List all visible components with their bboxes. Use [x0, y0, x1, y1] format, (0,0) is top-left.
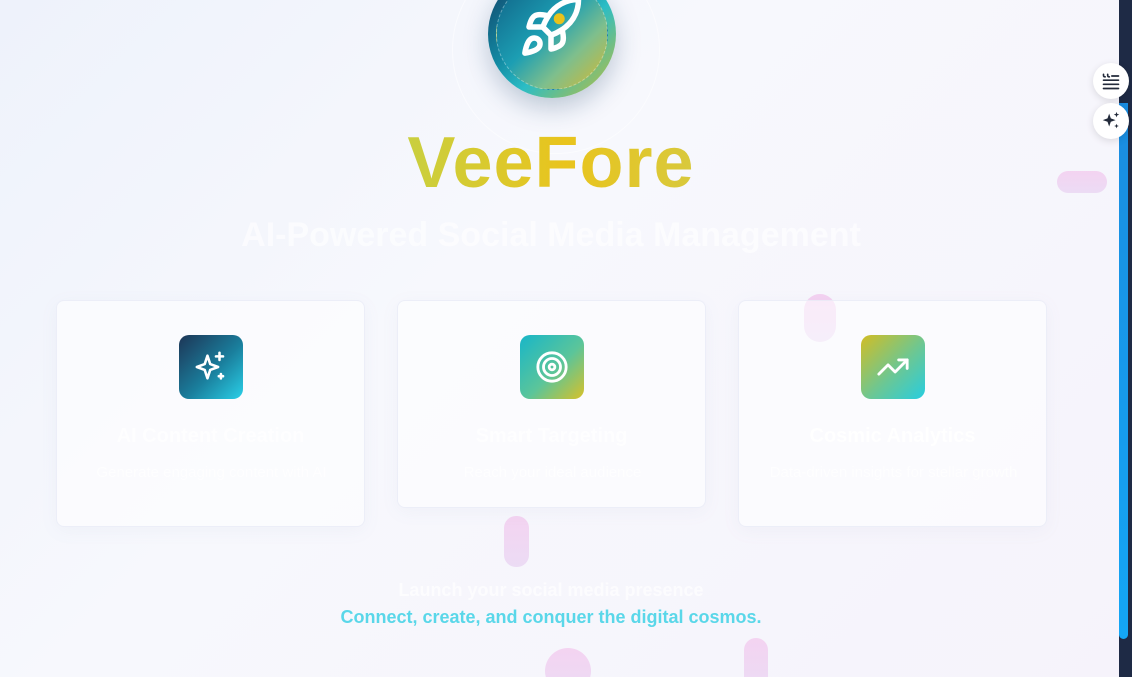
brand-title: VeeFore	[407, 123, 695, 203]
scrollbar-thumb[interactable]	[1119, 103, 1128, 639]
footer-headline: Launch your social media presence	[398, 580, 704, 600]
feature-title: AI Content Creation	[116, 425, 305, 447]
rocket-icon	[522, 0, 582, 56]
ai-assist-button[interactable]	[1093, 103, 1129, 139]
scrollbar[interactable]	[1119, 0, 1132, 677]
decorative-blob	[744, 638, 768, 677]
target-icon	[520, 335, 584, 399]
brand-tagline: AI-Powered Social Media Management	[241, 216, 861, 254]
decorative-blob	[545, 648, 591, 677]
sparkle-icon	[1102, 111, 1120, 129]
feature-card-cosmic-analytics: Cosmic Analytics Data-driven insights fo…	[738, 300, 1047, 527]
feature-title: Smart Targeting	[475, 425, 628, 447]
quote-list-icon	[1102, 73, 1120, 90]
trending-up-icon	[861, 335, 925, 399]
splash-screen: VeeFore AI-Powered Social Media Manageme…	[0, 0, 1119, 677]
feature-description: Reach your ideal audience	[463, 464, 642, 481]
feature-description: Data-driven insights for stellar growth	[769, 464, 1018, 481]
feature-title: Cosmic Analytics	[809, 425, 976, 447]
footer-subline: Connect, create, and conquer the digital…	[340, 607, 762, 627]
feature-card-ai-content: AI Content Creation Generate engaging co…	[56, 300, 365, 527]
quote-list-button[interactable]	[1093, 63, 1129, 99]
feature-card-smart-targeting: Smart Targeting Reach your ideal audienc…	[397, 300, 706, 508]
sparkles-icon	[179, 335, 243, 399]
decorative-blob	[504, 516, 529, 567]
feature-description: Generate engaging content with AI	[96, 464, 327, 481]
